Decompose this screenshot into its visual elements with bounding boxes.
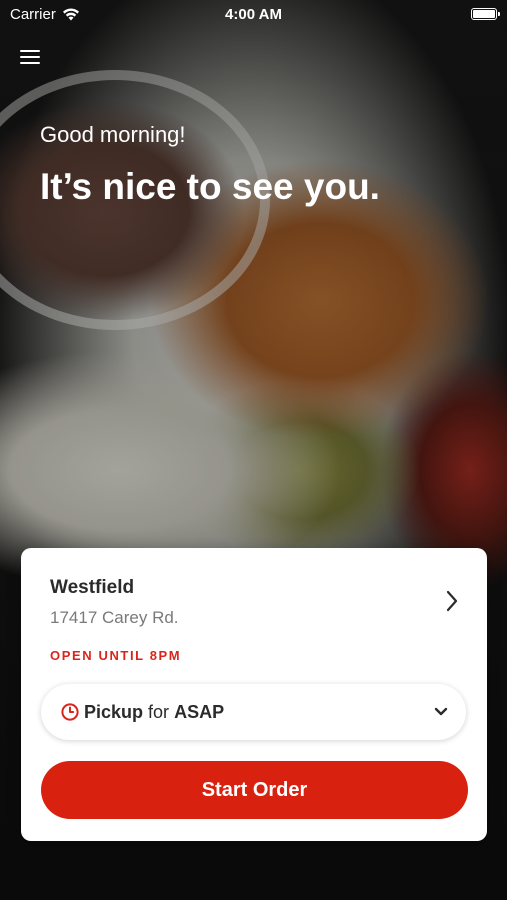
start-order-button[interactable]: Start Order — [41, 761, 468, 819]
clock-time: 4:00 AM — [225, 6, 282, 23]
location-selector[interactable]: Westfield 17417 Carey Rd. — [21, 548, 487, 638]
chevron-down-icon — [434, 707, 448, 716]
status-bar: Carrier 4:00 AM — [0, 0, 507, 30]
order-mode-dropdown[interactable]: Pickup for ASAP — [41, 684, 466, 740]
order-time-label: ASAP — [174, 702, 225, 722]
order-mode-label: Pickup — [84, 702, 144, 722]
headline-text: It’s nice to see you. — [40, 166, 380, 207]
battery-icon — [471, 8, 500, 20]
location-address: 17417 Carey Rd. — [50, 608, 179, 627]
greeting-text: Good morning! — [40, 122, 186, 147]
order-card: Westfield 17417 Carey Rd. OPEN UNTIL 8PM… — [21, 548, 487, 841]
open-status-label: OPEN UNTIL 8PM — [50, 648, 182, 663]
clock-icon — [61, 703, 79, 721]
location-name: Westfield — [50, 577, 135, 598]
app-screen: Carrier 4:00 AM Good morning! It’s nice … — [0, 0, 507, 900]
order-mode-connector: for — [148, 702, 170, 722]
chevron-right-icon — [446, 590, 458, 612]
hamburger-menu-icon[interactable] — [20, 48, 40, 66]
battery-level — [473, 10, 495, 18]
order-mode-text: Pickup for ASAP — [84, 702, 224, 723]
